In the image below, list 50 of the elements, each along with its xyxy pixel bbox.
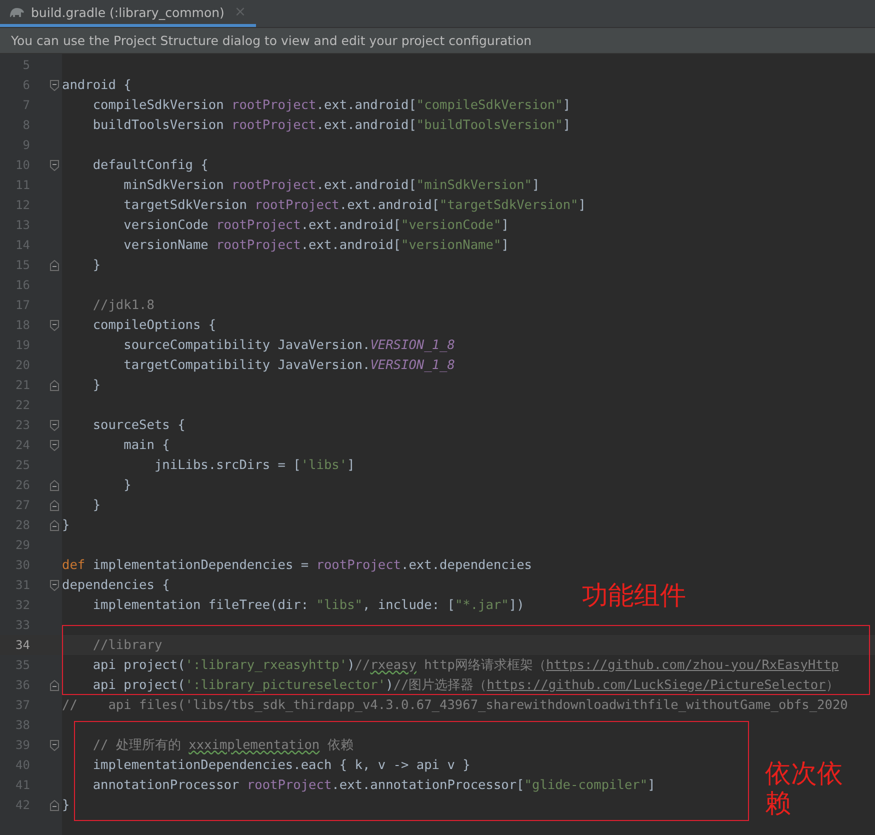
fold-icon[interactable]: [50, 420, 59, 430]
code-line: targetSdkVersion rootProject.ext.android["targetSdkVersion"]: [122, 198, 586, 212]
code-line: }: [122, 478, 132, 492]
code-line: }: [92, 378, 101, 392]
code-line: android {: [62, 78, 132, 92]
fold-icon[interactable]: [50, 520, 59, 530]
code-line: // api files('libs/tbs_sdk_thirdapp_v4.3.0.67_43967_sharewithdownloadwithfile_withoutGame_obfs_2020: [62, 698, 848, 712]
code-line: sourceCompatibility JavaVersion.VERSION_1_8: [122, 338, 455, 352]
code-line: }: [92, 258, 101, 272]
fold-icon[interactable]: [50, 740, 59, 750]
fold-icon[interactable]: [50, 160, 59, 170]
code-line: annotationProcessor rootProject.ext.annotationProcessor["glide-compiler"]: [92, 778, 656, 792]
fold-icon[interactable]: [50, 480, 59, 490]
code-line: defaultConfig {: [92, 158, 208, 172]
code-line: sourceSets {: [92, 418, 186, 432]
fold-icon[interactable]: [50, 260, 59, 270]
code-line: jniLibs.srcDirs = ['libs']: [153, 458, 355, 472]
annotation-label: 依次依赖: [765, 759, 844, 819]
fold-icon[interactable]: [50, 800, 59, 810]
code-line: compileOptions {: [92, 318, 216, 332]
code-line: compileSdkVersion rootProject.ext.android["compileSdkVersion"]: [92, 98, 571, 112]
code-line: api project(':library_pictureselector')//图片选择器（https://github.com/LuckSiege/PictureSelector）: [92, 676, 839, 694]
code-line: }: [62, 518, 70, 532]
code-line: }: [92, 498, 101, 512]
code-line: versionName rootProject.ext.android["versionName"]: [122, 238, 509, 252]
code-line: // 处理所有的 xxximplementation 依赖: [92, 736, 354, 754]
code-line: dependencies {: [62, 578, 170, 592]
code-line: implementation fileTree(dir: "libs", include: ["*.jar"]): [92, 598, 524, 612]
code-line: main {: [122, 438, 170, 452]
code-line: def implementationDependencies = rootProject.ext.dependencies: [62, 558, 532, 572]
notification-text: You can use the Project Structure dialog to view and edit your project configuration: [0, 28, 875, 54]
fold-icon[interactable]: [50, 500, 59, 510]
code-line: minSdkVersion rootProject.ext.android["minSdkVersion"]: [122, 178, 540, 192]
elephant-icon: [9, 6, 25, 18]
code-line: api project(':library_rxeasyhttp')//rxeasy http网络请求框架（https://github.com/zhou-you/RxEasyHttp: [92, 656, 839, 674]
fold-icon[interactable]: [50, 440, 59, 450]
code-line: versionCode rootProject.ext.android["versionCode"]: [122, 218, 509, 232]
annotation-label: 功能组件: [582, 581, 686, 611]
fold-icon[interactable]: [50, 680, 59, 690]
fold-icon[interactable]: [50, 580, 59, 590]
code-line: //library: [92, 638, 162, 652]
code-line: }: [62, 798, 70, 812]
line-number: 34: [14, 638, 30, 652]
code-line: implementationDependencies.each { k, v -> api v }: [92, 758, 470, 772]
code-line: targetCompatibility JavaVersion.VERSION_1_8: [122, 358, 455, 372]
fold-icon[interactable]: [50, 320, 59, 330]
fold-icon[interactable]: [50, 80, 59, 90]
code-line: buildToolsVersion rootProject.ext.android["buildToolsVersion"]: [92, 118, 571, 132]
fold-icon[interactable]: [50, 380, 59, 390]
code-line: //jdk1.8: [92, 298, 154, 312]
